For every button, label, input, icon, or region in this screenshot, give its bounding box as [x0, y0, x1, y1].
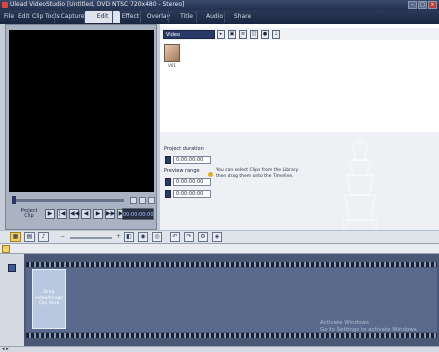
filmstrip-top: [26, 262, 437, 267]
window-controls: – □ ×: [408, 1, 437, 9]
clip-icon[interactable]: ▣: [228, 30, 236, 39]
fit-icon[interactable]: ◧: [124, 232, 134, 242]
minimize-icon[interactable]: –: [408, 1, 417, 9]
drop-zone-text: Drag video/Image Clip Here: [35, 290, 63, 306]
library-panel: [160, 24, 439, 132]
home-icon[interactable]: |◀: [57, 209, 67, 219]
app-icon: [2, 2, 8, 8]
play-icon[interactable]: ▶: [45, 209, 55, 219]
preview-start-field[interactable]: 0:00:00:00: [173, 178, 211, 186]
track-manager-icon[interactable]: ⚙: [198, 232, 208, 242]
timeline-marker-icon[interactable]: [2, 245, 10, 253]
app-window: Ulead VideoStudio [Untitled, DVD NTSC 72…: [0, 0, 439, 352]
previous-icon[interactable]: ◀◀: [69, 209, 79, 219]
record-icon[interactable]: ◉: [138, 232, 148, 242]
title-bar: Ulead VideoStudio [Untitled, DVD NTSC 72…: [0, 0, 439, 10]
window-title: Ulead VideoStudio [Untitled, DVD NTSC 72…: [10, 1, 185, 8]
cut-clip-button[interactable]: [148, 197, 155, 204]
zoom-out-icon[interactable]: −: [60, 233, 65, 241]
step-forward-icon[interactable]: ▶: [93, 209, 103, 219]
arrow-down-icon[interactable]: ⇣: [272, 30, 280, 39]
chapter-icon[interactable]: ◈: [212, 232, 222, 242]
close-icon[interactable]: ×: [428, 1, 437, 9]
status-bar: [0, 346, 439, 352]
folder-icon[interactable]: ▸: [217, 30, 225, 39]
storyboard-view-icon[interactable]: ▦: [10, 232, 21, 242]
undo-icon[interactable]: ↶: [170, 232, 180, 242]
next-icon[interactable]: ▶▶: [105, 209, 115, 219]
mark-in-button[interactable]: [130, 197, 137, 204]
scroll-arrows-icon[interactable]: ◂ ▸: [2, 346, 9, 352]
scrub-handle[interactable]: [12, 196, 16, 204]
project-duration-label: Project duration: [164, 146, 204, 152]
menu-clip[interactable]: Clip: [32, 10, 43, 24]
step-back-icon[interactable]: ◀: [81, 209, 91, 219]
maximize-icon[interactable]: □: [418, 1, 427, 9]
project-clip-toggle[interactable]: Project Clip: [18, 209, 40, 219]
timeline-view-icon[interactable]: ▤: [24, 232, 35, 242]
play-icon[interactable]: ●: [261, 30, 269, 39]
menu-edit[interactable]: Edit: [18, 10, 30, 24]
mark-out-icon: [165, 190, 171, 198]
library-thumbnail[interactable]: [164, 44, 180, 62]
scrub-bar[interactable]: [12, 199, 124, 202]
options-icon[interactable]: ◫: [250, 30, 258, 39]
preview-screen: [9, 30, 154, 192]
menu-bar: File Edit Clip Tools Capture Edit Effect…: [0, 10, 439, 24]
clip-label: Clip: [24, 213, 34, 219]
activation-title: Activate Windows: [320, 320, 369, 326]
disc-icon[interactable]: ◎: [152, 232, 162, 242]
mark-in-icon: [165, 178, 171, 186]
activation-notice: Activate Windows Go to Settings to activ…: [320, 320, 438, 334]
thumbnail-label: V01: [168, 63, 176, 68]
preview-end-field[interactable]: 0:00:00:00: [173, 190, 211, 198]
trim-buttons: [130, 197, 155, 204]
activation-subtitle: Go to Settings to activate Windows.: [320, 327, 419, 333]
redo-icon[interactable]: ↷: [184, 232, 194, 242]
zoom-slider[interactable]: [70, 237, 112, 239]
zoom-in-icon[interactable]: +: [116, 233, 121, 241]
preview-range-label: Preview range: [164, 168, 200, 174]
project-duration-field[interactable]: 0:00:00:00: [173, 156, 211, 164]
library-category-select[interactable]: Video: [163, 30, 215, 39]
timeline-ruler[interactable]: [0, 244, 439, 254]
mark-out-button[interactable]: [139, 197, 146, 204]
menu-file[interactable]: File: [4, 10, 14, 24]
audio-view-icon[interactable]: ♪: [38, 232, 49, 242]
video-track-icon[interactable]: [8, 264, 16, 272]
info-icon: [208, 172, 213, 177]
tab-share[interactable]: Share: [224, 11, 260, 23]
timecode-display[interactable]: 00:00:00:00: [122, 208, 154, 220]
library-toolbar: ▸ ▣ ≡ ◫ ● ⇣: [217, 30, 280, 39]
hint-text: You can select Clips from the Library th…: [216, 168, 299, 179]
clock-icon: [165, 156, 171, 164]
list-icon[interactable]: ≡: [239, 30, 247, 39]
